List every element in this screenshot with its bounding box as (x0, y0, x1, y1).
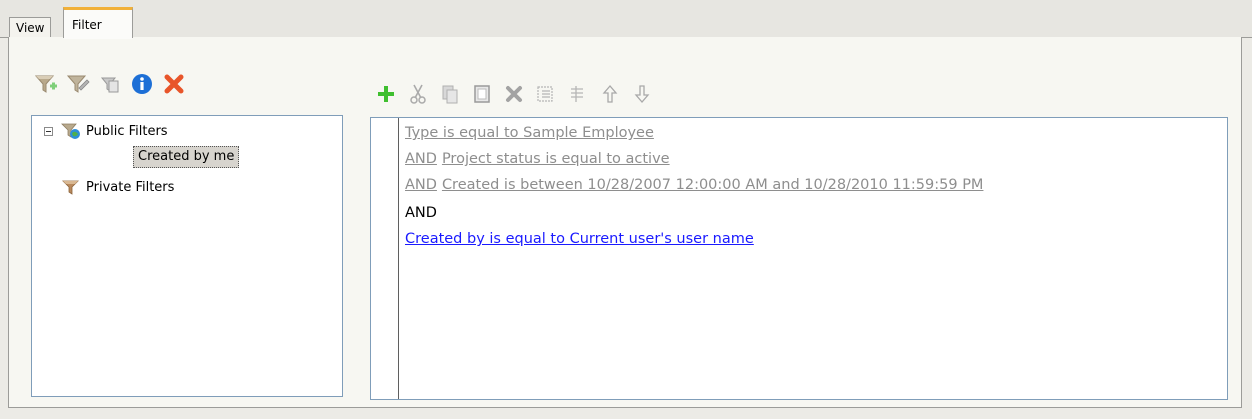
tree-label-private-filters: Private Filters (86, 179, 175, 195)
delete-filter-button[interactable] (158, 70, 190, 98)
rule-toolbar (370, 80, 658, 108)
paste-button[interactable] (466, 80, 498, 108)
ungroup-button[interactable] (562, 80, 594, 108)
edit-filter-button[interactable] (62, 70, 94, 98)
tree-node-private-filters[interactable]: Private Filters (61, 176, 174, 198)
add-icon (378, 86, 394, 102)
public-filter-icon (61, 123, 80, 139)
tab-filter[interactable]: Filter (63, 7, 133, 39)
tree-node-public-filters[interactable]: Public Filters (44, 120, 168, 142)
copy-icon (442, 85, 458, 104)
rule-line: AND Project status is equal to active (405, 148, 670, 170)
delete-rule-button[interactable] (498, 80, 530, 108)
cut-button[interactable] (402, 80, 434, 108)
rule-operator-link[interactable]: AND (405, 177, 437, 193)
add-filter-icon (34, 75, 57, 93)
add-rule-button[interactable] (370, 80, 402, 108)
rule-condition-link[interactable]: Created is between 10/28/2007 12:00:00 A… (442, 177, 984, 193)
rule-editor[interactable]: Type is equal to Sample Employee AND Proj… (370, 117, 1228, 400)
rule-line: Created by is equal to Current user's us… (405, 228, 754, 250)
info-button[interactable] (126, 70, 158, 98)
tree-node-created-by-me[interactable]: Created by me (133, 146, 240, 168)
rule-condition-link-active[interactable]: Created by is equal to Current user's us… (405, 231, 754, 247)
move-down-icon (634, 85, 650, 103)
rule-line: Type is equal to Sample Employee (405, 122, 654, 144)
tree-label-public-filters: Public Filters (86, 123, 168, 139)
rule-gutter (371, 118, 399, 399)
tree-label-created-by-me: Created by me (133, 146, 240, 168)
rule-line: AND (405, 202, 437, 224)
filter-toolbar (30, 70, 190, 98)
edit-filter-icon (66, 75, 90, 93)
copy-button[interactable] (434, 80, 466, 108)
collapse-toggle[interactable] (44, 126, 53, 136)
move-down-button[interactable] (626, 80, 658, 108)
paste-icon (474, 85, 490, 103)
copy-filter-button[interactable] (94, 70, 126, 98)
delete-icon (506, 86, 522, 102)
move-up-icon (602, 85, 618, 103)
rule-operator[interactable]: AND (405, 205, 437, 221)
tab-view[interactable]: View (9, 17, 52, 37)
rule-operator-link[interactable]: AND (405, 151, 437, 167)
delete-icon (164, 74, 184, 94)
filter-tree[interactable]: Public Filters Created by me Private Fil… (31, 115, 343, 397)
info-icon (132, 74, 152, 94)
tab-bar: View Filter (0, 0, 1252, 39)
ungroup-icon (571, 86, 583, 102)
rule-line: AND Created is between 10/28/2007 12:00:0… (405, 174, 983, 196)
rule-condition-link[interactable]: Type is equal to Sample Employee (405, 125, 654, 141)
cut-icon (410, 84, 426, 104)
move-up-button[interactable] (594, 80, 626, 108)
copy-filter-icon (100, 77, 119, 93)
group-icon (537, 86, 553, 102)
rule-condition-link[interactable]: Project status is equal to active (442, 151, 670, 167)
private-filter-icon (62, 180, 79, 195)
add-filter-button[interactable] (30, 70, 62, 98)
group-button[interactable] (530, 80, 562, 108)
